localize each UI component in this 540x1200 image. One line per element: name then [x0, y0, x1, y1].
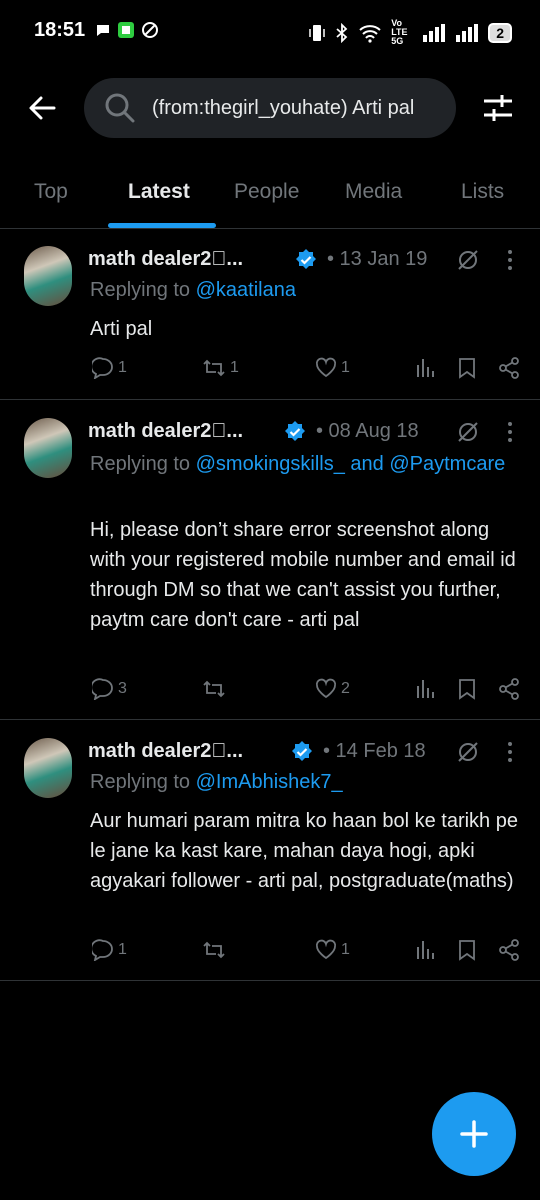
like-button[interactable]: 1 [315, 939, 350, 961]
like-count: 1 [341, 941, 350, 958]
bookmark-icon[interactable] [458, 678, 476, 700]
tweet[interactable]: math dealer2⃣... • 08 Aug 18 Replying to… [0, 400, 540, 720]
tweet[interactable]: math dealer2⃣... • 13 Jan 19 Replying to… [0, 228, 540, 400]
grok-icon[interactable] [456, 420, 480, 444]
tweet-actions: 1 1 [0, 939, 540, 967]
tweet-text: Arti pal [90, 318, 153, 340]
do-not-disturb-icon [142, 22, 158, 38]
retweet-icon [203, 680, 225, 698]
replying-label: Replying to [90, 453, 191, 475]
retweet-button[interactable] [202, 678, 230, 700]
tweet-date[interactable]: • 08 Aug 18 [316, 420, 419, 443]
notification-icons [95, 21, 159, 39]
mention-link[interactable]: @kaatilana [196, 279, 296, 301]
grok-icon[interactable] [456, 248, 480, 272]
reply-icon [92, 939, 113, 961]
status-bar: 18:51 Vo LTE 5G 2 [0, 0, 540, 62]
heart-icon [315, 357, 337, 378]
signal-icon-2 [456, 23, 479, 42]
retweet-count: 1 [230, 359, 239, 376]
replying-to: Replying to @smokingskills_ and @Paytmca… [90, 449, 510, 479]
tweet-author-name[interactable]: math dealer2⃣... [88, 420, 243, 443]
search-header [0, 76, 540, 140]
retweet-icon [203, 359, 225, 377]
tweet-actions: 1 1 1 [0, 357, 540, 385]
mention-link[interactable]: @ImAbhishek7_ [196, 771, 343, 793]
share-icon[interactable] [498, 357, 520, 379]
like-count: 1 [341, 359, 350, 376]
avatar[interactable] [24, 418, 72, 478]
bluetooth-icon [336, 22, 348, 43]
search-icon [105, 93, 135, 123]
tweet-date[interactable]: • 13 Jan 19 [327, 248, 427, 271]
reply-icon [92, 678, 113, 700]
mention-link[interactable]: @smokingskills_ and @Paytmcare [196, 453, 506, 475]
bookmark-icon[interactable] [458, 939, 476, 961]
more-options-icon[interactable] [500, 740, 520, 764]
replying-label: Replying to [90, 279, 191, 301]
vibrate-icon [309, 24, 325, 41]
avatar[interactable] [24, 246, 72, 306]
tab-media[interactable]: Media [345, 180, 402, 204]
tweet-author-name[interactable]: math dealer2⃣... [88, 248, 243, 271]
tweet[interactable]: math dealer2⃣... • 14 Feb 18 Replying to… [0, 720, 540, 981]
reply-button[interactable]: 1 [92, 357, 127, 379]
retweet-button[interactable] [202, 939, 230, 961]
like-button[interactable]: 1 [315, 357, 350, 379]
heart-icon [315, 678, 337, 699]
status-time: 18:51 [34, 19, 86, 41]
filter-settings-icon[interactable] [482, 92, 514, 124]
verified-badge-icon [296, 249, 316, 269]
retweet-button[interactable]: 1 [202, 357, 239, 379]
reply-icon [92, 357, 113, 379]
replying-to: Replying to @kaatilana [90, 279, 296, 302]
back-arrow-icon[interactable] [24, 90, 60, 126]
reply-button[interactable]: 1 [92, 939, 127, 961]
tab-people[interactable]: People [234, 180, 299, 204]
tweet-date[interactable]: • 14 Feb 18 [323, 740, 426, 763]
tweet-text: Aur humari param mitra ko haan bol ke ta… [90, 810, 518, 892]
avatar[interactable] [24, 738, 72, 798]
plus-icon [460, 1120, 488, 1148]
views-icon[interactable] [416, 357, 436, 379]
search-tabs: Top Latest People Media Lists [0, 162, 540, 229]
app-notification-icon [118, 22, 134, 38]
compose-button[interactable] [432, 1092, 516, 1176]
tab-top[interactable]: Top [34, 180, 68, 204]
reply-count: 1 [118, 359, 127, 376]
search-box[interactable] [84, 78, 456, 138]
tweet-text: Hi, please don’t share error screenshot … [90, 519, 516, 631]
share-icon[interactable] [498, 678, 520, 700]
retweet-icon [203, 941, 225, 959]
share-icon[interactable] [498, 939, 520, 961]
battery-indicator: 2 [488, 22, 512, 43]
verified-badge-icon [292, 741, 312, 761]
bookmark-icon[interactable] [458, 357, 476, 379]
search-input[interactable] [152, 78, 442, 138]
tweet-actions: 3 2 [0, 678, 540, 706]
grok-icon[interactable] [456, 740, 480, 764]
more-options-icon[interactable] [500, 248, 520, 272]
views-icon[interactable] [416, 939, 436, 961]
views-icon[interactable] [416, 678, 436, 700]
signal-icon [423, 23, 446, 42]
reply-button[interactable]: 3 [92, 678, 127, 700]
replying-label: Replying to [90, 771, 191, 793]
reply-count: 3 [118, 680, 127, 697]
chat-bubble-icon [97, 25, 109, 36]
verified-badge-icon [285, 421, 305, 441]
status-right: Vo LTE 5G 2 [308, 19, 512, 46]
heart-icon [315, 939, 337, 960]
tweet-author-name[interactable]: math dealer2⃣... [88, 740, 243, 763]
reply-count: 1 [118, 941, 127, 958]
wifi-icon [359, 24, 381, 43]
network-label: Vo LTE 5G [391, 18, 408, 46]
tab-latest[interactable]: Latest [128, 180, 190, 204]
tab-lists[interactable]: Lists [461, 180, 504, 204]
replying-to: Replying to @ImAbhishek7_ [90, 771, 343, 794]
like-button[interactable]: 2 [315, 678, 350, 700]
more-options-icon[interactable] [500, 420, 520, 444]
like-count: 2 [341, 680, 350, 697]
